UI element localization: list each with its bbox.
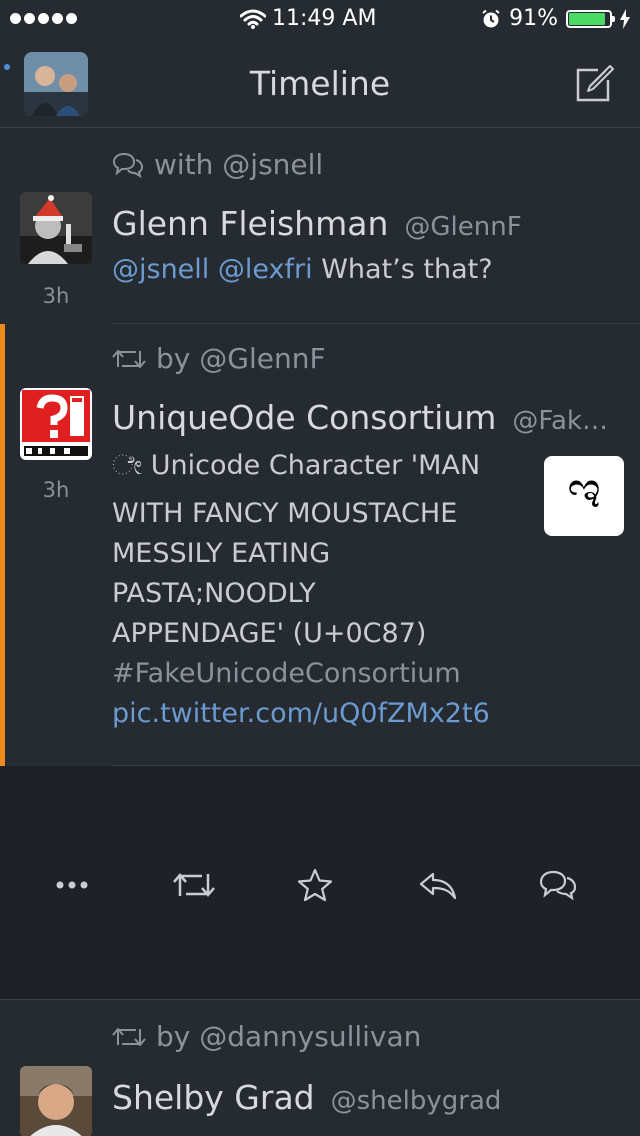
tweet-time: 3h (42, 284, 70, 308)
user-handle[interactable]: @GlennF (404, 212, 521, 242)
battery-percent: 91% (509, 6, 558, 31)
hashtag-link[interactable]: #FakeUnicodeConsortium (112, 654, 490, 694)
tweet-context: with @jsnell (112, 148, 323, 181)
media-link[interactable]: pic.twitter.com/uQ0fZMx2t6 (112, 694, 490, 734)
mention-link[interactable]: @jsnell (112, 254, 209, 285)
conversation-icon (112, 152, 144, 178)
tweet-context: by @GlennF (112, 342, 326, 375)
mention-link[interactable]: @lexfri (218, 254, 313, 285)
star-icon (297, 868, 333, 902)
conversation-icon (539, 870, 577, 901)
tweet-text: @jsnell @lexfri What’s that? (112, 254, 493, 285)
reply-button[interactable] (413, 867, 461, 903)
status-bar: 11:49 AM 91% (0, 0, 640, 40)
user-name[interactable]: UniqueOde Consortium (112, 398, 496, 437)
retweet-icon (112, 348, 146, 369)
battery-icon (566, 9, 615, 28)
user-name[interactable]: Glenn Fleishman (112, 204, 388, 243)
alarm-icon (482, 9, 500, 27)
conversation-button[interactable] (534, 867, 582, 903)
tweet-item[interactable]: by @dannysullivan Shelby Grad @shelbygra… (0, 1000, 640, 1136)
wifi-icon (240, 9, 266, 29)
user-name[interactable]: Shelby Grad (112, 1078, 315, 1117)
tweet-text: ೇ Unicode Character 'MAN WITH FANCY MOUS… (112, 446, 490, 734)
charging-icon (620, 8, 630, 29)
compose-icon[interactable] (574, 64, 614, 104)
page-title: Timeline (249, 64, 391, 103)
reply-icon (419, 872, 457, 900)
status-time: 11:49 AM (272, 6, 377, 31)
tweet-item[interactable]: with @jsnell 3h Glenn Fleishman @GlennF … (0, 128, 640, 324)
favorite-button[interactable] (291, 867, 339, 903)
tweet-context: by @dannysullivan (112, 1020, 421, 1053)
avatar[interactable] (20, 192, 92, 264)
tweet-time: 3h (42, 478, 70, 502)
more-button[interactable] (48, 867, 96, 903)
retweet-icon (112, 1026, 146, 1047)
tweet-action-bar (0, 766, 640, 1000)
signal-strength-icon (10, 13, 77, 24)
more-icon (56, 881, 88, 889)
avatar[interactable] (20, 1066, 92, 1136)
avatar[interactable] (20, 388, 92, 460)
retweet-button[interactable] (170, 867, 218, 903)
user-handle[interactable]: @Fak… (512, 406, 608, 436)
media-thumbnail[interactable]: ಇ (544, 456, 624, 536)
retweet-icon (173, 873, 215, 897)
user-handle[interactable]: @shelbygrad (331, 1086, 502, 1116)
tweet-item-selected[interactable]: by @GlennF 3h UniqueOde Consortium @Fak…… (0, 324, 640, 766)
nav-bar: Timeline (0, 40, 640, 128)
